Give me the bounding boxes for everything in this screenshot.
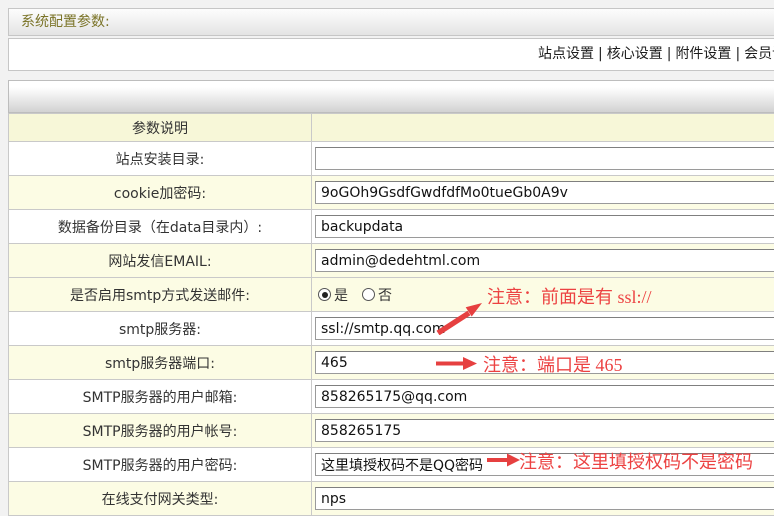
radio-label: 否 [378, 285, 392, 305]
param-value-cell-site-email [312, 244, 774, 278]
annotation-ssl-note: 注意：前面是有 ssl:// [487, 283, 652, 309]
page-title-bar: 系统配置参数: [8, 8, 774, 36]
param-label-site-email: 网站发信EMAIL: [9, 244, 312, 278]
param-label-smtp-user-email: SMTP服务器的用户邮箱: [9, 380, 312, 414]
param-value-cell-pay-gateway-type [312, 482, 774, 516]
backup-dir-input[interactable] [315, 215, 774, 238]
table-header-row: 参数说明 [9, 114, 774, 142]
nav-link-site-settings[interactable]: 站点设置 [538, 46, 594, 62]
param-value-cell-site-install-dir [312, 142, 774, 176]
param-label-cookie-secret: cookie加密码: [9, 176, 312, 210]
red-arrow-right-icon [487, 453, 521, 467]
param-value-cell-smtp-host [312, 312, 774, 346]
config-row-site-install-dir: 站点安装目录: [9, 142, 774, 176]
param-label-pay-gateway-type: 在线支付网关类型: [9, 482, 312, 516]
panel-header-band [8, 80, 774, 113]
param-label-smtp-enable: 是否启用smtp方式发送邮件: [9, 278, 312, 312]
param-label-smtp-host: smtp服务器: [9, 312, 312, 346]
config-row-pay-gateway-type: 在线支付网关类型: [9, 482, 774, 516]
config-row-site-email: 网站发信EMAIL: [9, 244, 774, 278]
param-label-smtp-user-account: SMTP服务器的用户帐号: [9, 414, 312, 448]
annotation-port-note: 注意：端口是 465 [483, 351, 623, 377]
config-row-cookie-secret: cookie加密码: [9, 176, 774, 210]
radio-label: 是 [334, 285, 348, 305]
config-row-backup-dir: 数据备份目录（在data目录内）: [9, 210, 774, 244]
nav-link-core-settings[interactable]: 核心设置 [607, 46, 663, 62]
red-arrow-right-icon [436, 356, 478, 371]
param-label-smtp-port: smtp服务器端口: [9, 346, 312, 380]
config-row-smtp-port: smtp服务器端口: [9, 346, 774, 380]
settings-nav: 站点设置|核心设置|附件设置|会员设置 [538, 39, 774, 70]
nav-separator: | [735, 46, 740, 62]
smtp-host-input[interactable] [315, 317, 774, 340]
smtp-user-email-input[interactable] [315, 385, 774, 408]
nav-link-member-settings[interactable]: 会员设置 [744, 46, 774, 62]
param-label-backup-dir: 数据备份目录（在data目录内）: [9, 210, 312, 244]
param-value-cell-smtp-user-account [312, 414, 774, 448]
settings-nav-bar: 站点设置|核心设置|附件设置|会员设置 [8, 38, 774, 71]
param-label-smtp-user-password: SMTP服务器的用户密码: [9, 448, 312, 482]
site-install-dir-input[interactable] [315, 147, 774, 170]
nav-separator: | [598, 46, 603, 62]
smtp-user-account-input[interactable] [315, 419, 774, 442]
smtp-enable-radio-option-0[interactable]: 是 [318, 285, 348, 305]
config-row-smtp-host: smtp服务器: [9, 312, 774, 346]
radio-unselected-icon[interactable] [362, 288, 375, 301]
nav-separator: | [667, 46, 672, 62]
param-description-header: 参数说明 [9, 114, 312, 142]
config-row-smtp-enable: 是否启用smtp方式发送邮件: 是 否 [9, 278, 774, 312]
config-row-smtp-user-email: SMTP服务器的用户邮箱: [9, 380, 774, 414]
cookie-secret-input[interactable] [315, 181, 774, 204]
param-value-cell-cookie-secret [312, 176, 774, 210]
red-arrow-up-right-icon [434, 301, 484, 335]
pay-gateway-type-input[interactable] [315, 487, 774, 510]
param-value-header [312, 114, 774, 142]
smtp-enable-radio-option-1[interactable]: 否 [362, 285, 392, 305]
annotation-authcode-note: 注意：这里填授权码不是密码 [519, 448, 753, 474]
nav-link-attachment-settings[interactable]: 附件设置 [675, 46, 731, 62]
param-value-cell-smtp-user-email [312, 380, 774, 414]
page-title: 系统配置参数: [21, 14, 110, 30]
param-value-cell-backup-dir [312, 210, 774, 244]
config-row-smtp-user-account: SMTP服务器的用户帐号: [9, 414, 774, 448]
param-label-site-install-dir: 站点安装目录: [9, 142, 312, 176]
radio-selected-icon[interactable] [318, 288, 331, 301]
site-email-input[interactable] [315, 249, 774, 272]
